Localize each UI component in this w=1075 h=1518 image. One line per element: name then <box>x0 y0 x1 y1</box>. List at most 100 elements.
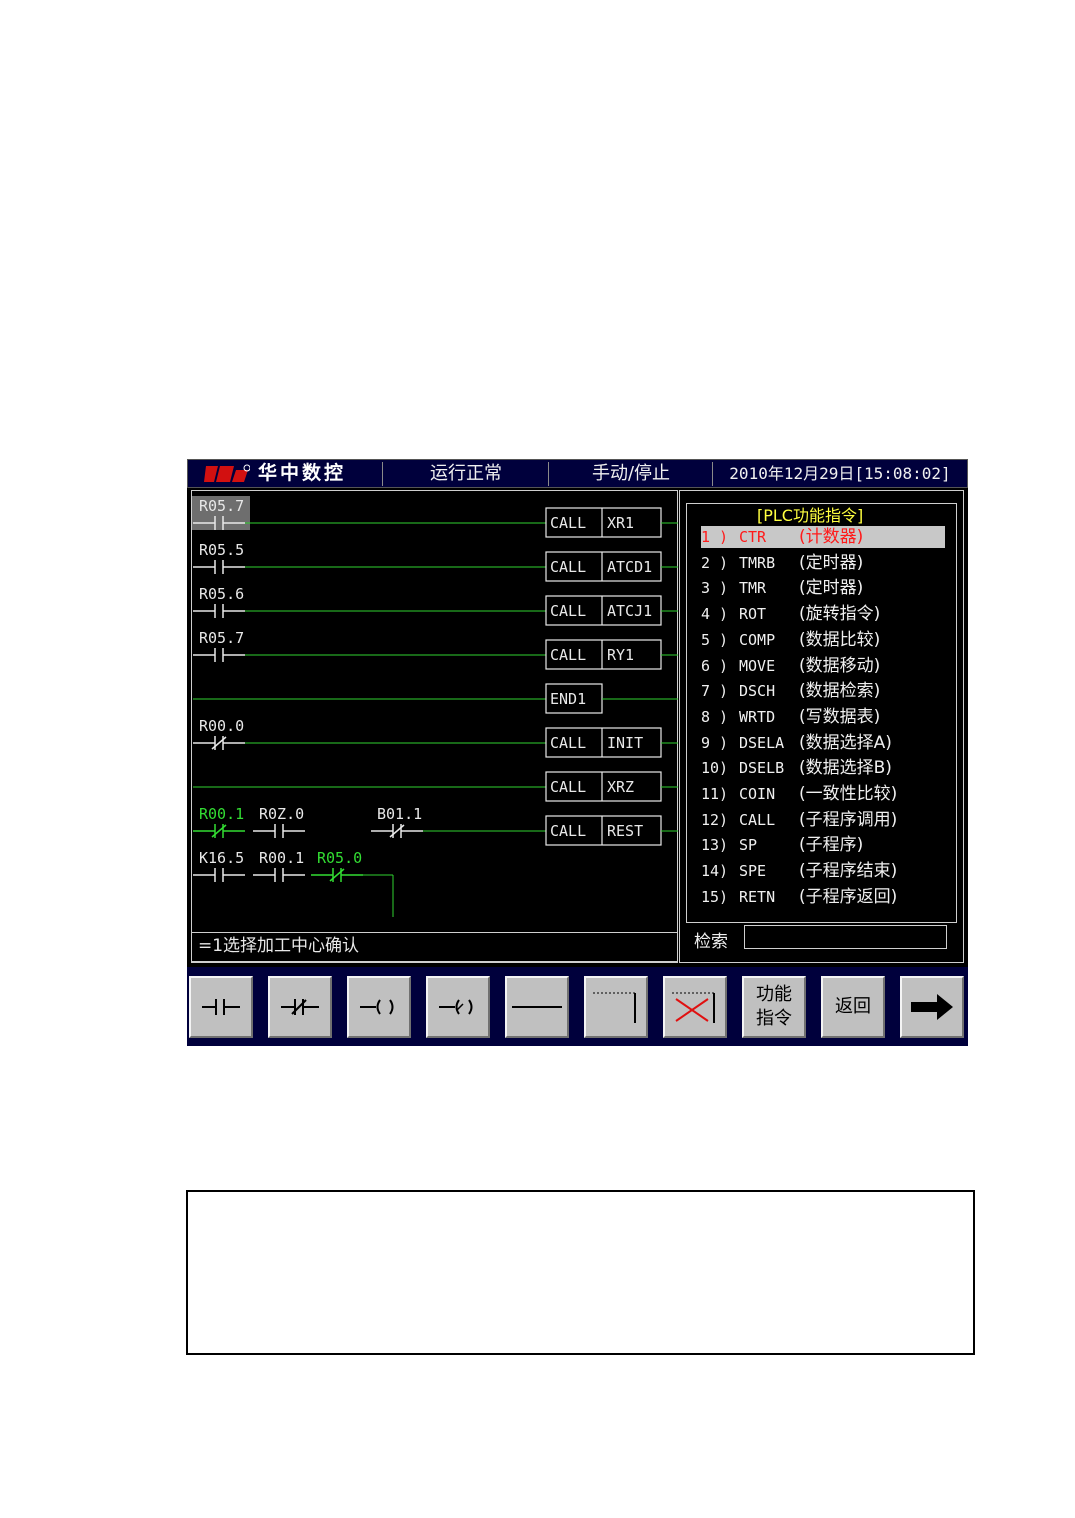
fn-desc: (写数据表) <box>799 706 881 727</box>
fn-num: 12) <box>701 810 729 829</box>
fn-desc: (子程序结束) <box>799 861 898 882</box>
ladder-diagram[interactable]: R05.7 CALL XR1 R05.5 CALL ATCD1 R05.6 CALL ATCJ1… <box>191 490 678 963</box>
fn-code: MOVE <box>739 656 776 675</box>
function-list-frame: [PLC功能指令] 1 ) CTR (计数器) 2 ) TMRB (定时器) 3 ) TMR (… <box>686 503 957 923</box>
fn-num: 4 ) <box>701 605 729 624</box>
fn-num: 1 ) <box>701 528 729 546</box>
fn-num: 14) <box>701 862 729 881</box>
comment-line: =1选择加工中心确认 <box>191 932 678 962</box>
contact-label: R05.6 <box>199 585 244 603</box>
fn-desc: (旋转指令) <box>799 604 881 625</box>
not-coil-button[interactable] <box>426 976 490 1038</box>
function-block-op: CALL <box>550 646 586 664</box>
fn-desc: (子程序) <box>799 835 864 856</box>
function-block-arg: INIT <box>607 734 643 752</box>
fn-desc: (数据移动) <box>799 655 881 676</box>
fn-desc: (一致性比较) <box>799 784 898 804</box>
normally-open-contact-icon <box>202 999 240 1015</box>
fn-code: DSELB <box>739 759 785 778</box>
panel-title: [PLC功能指令] <box>751 506 870 526</box>
fn-code: COMP <box>739 630 776 649</box>
hnc-logo-icon <box>204 464 250 482</box>
function-block-op: CALL <box>550 602 586 620</box>
contact-label: R00.0 <box>199 717 244 735</box>
function-block-op: CALL <box>550 514 586 532</box>
contact-label: K16.5 <box>199 849 244 867</box>
contact-label: B01.1 <box>377 805 422 823</box>
fn-num: 3 ) <box>701 579 729 598</box>
vline-button[interactable] <box>584 976 648 1038</box>
hline-button[interactable] <box>505 976 569 1038</box>
function-panel: [PLC功能指令] 1 ) CTR (计数器) 2 ) TMRB (定时器) 3 ) TMR (… <box>679 490 964 963</box>
fn-num: 15) <box>701 887 729 906</box>
fn-num: 11) <box>701 785 729 803</box>
fn-desc: (定时器) <box>799 578 864 599</box>
nc-contact-button[interactable] <box>268 976 332 1038</box>
function-item[interactable]: 1 ) CTR (计数器) <box>701 526 945 548</box>
no-contact-button[interactable] <box>189 976 253 1038</box>
fn-desc: (计数器) <box>799 527 864 547</box>
contact-label: R05.7 <box>199 497 244 515</box>
fn-code: TMR <box>739 579 767 598</box>
fkey-label: 功能 <box>756 984 792 1005</box>
negated-coil-icon <box>439 999 473 1015</box>
delete-line-button[interactable] <box>663 976 727 1038</box>
vertical-line-icon <box>593 992 636 1023</box>
delete-line-icon <box>672 992 715 1023</box>
fn-code: DSELA <box>739 733 785 752</box>
contact-label: R00.1 <box>199 805 244 823</box>
contact-label: R0Z.0 <box>259 805 304 823</box>
fn-code: RETN <box>739 887 776 906</box>
fn-num: 5 ) <box>701 630 729 649</box>
contact-label: R00.1 <box>259 849 304 867</box>
fn-code: CTR <box>739 528 767 546</box>
fn-desc: (定时器) <box>799 552 864 573</box>
function-block-arg: RY1 <box>607 646 634 664</box>
back-button[interactable]: 返回 <box>821 976 885 1038</box>
coil-icon <box>360 999 394 1015</box>
fn-num: 9 ) <box>701 733 729 752</box>
horizontal-line-icon <box>512 1006 562 1008</box>
function-block-op: END1 <box>550 690 586 708</box>
datetime: 2010年12月29日[15:08:02] <box>729 464 951 483</box>
fn-code: TMRB <box>739 553 776 572</box>
fn-num: 8 ) <box>701 707 729 726</box>
brand-name: 华中数控 <box>258 462 347 484</box>
fkey-label: 返回 <box>835 996 871 1017</box>
fn-code: SP <box>739 836 758 855</box>
fn-code: DSCH <box>739 682 776 701</box>
fn-code: WRTD <box>739 707 776 726</box>
run-status: 运行正常 <box>430 463 502 484</box>
function-block-op: CALL <box>550 734 586 752</box>
fn-num: 6 ) <box>701 656 729 675</box>
cnc-screen: 华中数控 运行正常 手动/停止 2010年12月29日[15:08:02] R0… <box>187 459 968 1046</box>
fn-desc: (数据比较) <box>799 629 881 650</box>
fn-desc: (子程序返回) <box>799 886 898 907</box>
empty-text-box <box>186 1190 975 1355</box>
fn-desc: (数据选择A) <box>799 732 892 753</box>
normally-closed-contact-icon <box>281 999 319 1015</box>
right-arrow-icon <box>911 994 953 1020</box>
function-key-bar: 功能 指令 返回 <box>187 967 968 1046</box>
fn-desc: (子程序调用) <box>799 809 898 830</box>
function-block-op: CALL <box>550 558 586 576</box>
fn-num: 7 ) <box>701 682 729 701</box>
title-bar: 华中数控 运行正常 手动/停止 2010年12月29日[15:08:02] <box>187 459 968 488</box>
function-block-arg: ATCD1 <box>607 558 652 576</box>
operation-mode: 手动/停止 <box>591 463 671 484</box>
next-button[interactable] <box>900 976 964 1038</box>
function-block-op: CALL <box>550 778 586 796</box>
contact-label: R05.0 <box>317 849 362 867</box>
function-block-arg: ATCJ1 <box>607 602 652 620</box>
fn-desc: (数据选择B) <box>799 758 892 779</box>
fn-num: 13) <box>701 836 729 855</box>
search-input[interactable] <box>744 925 947 949</box>
fn-code: CALL <box>739 810 776 829</box>
coil-button[interactable] <box>347 976 411 1038</box>
search-label: 检索 <box>694 932 728 952</box>
fn-code: ROT <box>739 605 767 624</box>
function-block-op: CALL <box>550 822 586 840</box>
function-instruction-button[interactable]: 功能 指令 <box>742 976 806 1038</box>
fn-code: SPE <box>739 862 767 881</box>
function-block-arg: REST <box>607 822 643 840</box>
